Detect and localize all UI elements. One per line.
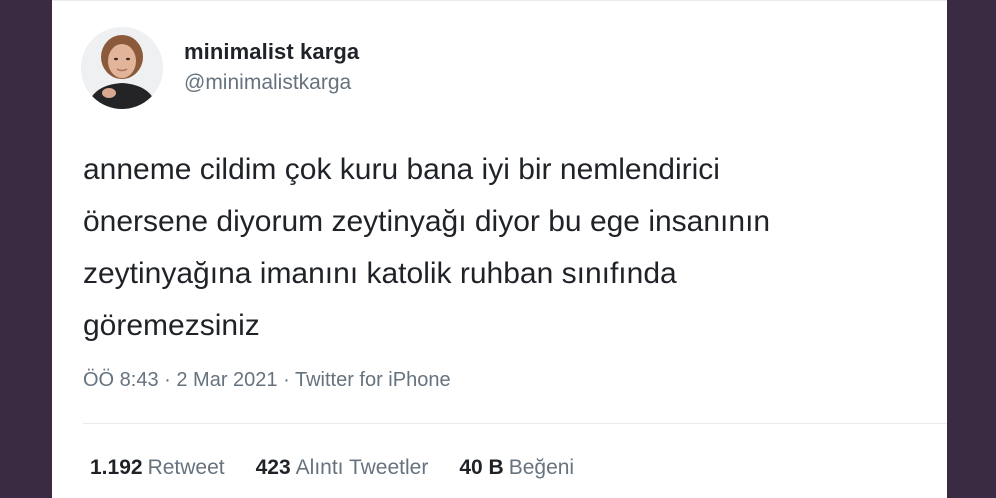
like-stat[interactable]: 40 B Beğeni	[459, 456, 574, 480]
avatar[interactable]	[81, 27, 163, 109]
screenshot-frame: minimalist karga @minimalistkarga anneme…	[0, 0, 996, 498]
tweet-timestamp-source[interactable]: ÖÖ 8:43 · 2 Mar 2021 · Twitter for iPhon…	[83, 369, 451, 392]
quote-tweet-stat[interactable]: 423 Alıntı Tweetler	[256, 456, 429, 480]
like-count: 40 B	[459, 456, 504, 479]
retweet-label: Retweet	[147, 456, 225, 479]
tweet-text: anneme cildim çok kuru bana iyi bir neml…	[83, 153, 771, 342]
retweet-count: 1.192	[90, 456, 143, 479]
quote-tweet-count: 423	[255, 456, 291, 479]
retweet-stat[interactable]: 1.192 Retweet	[90, 456, 225, 480]
engagement-stats: 1.192 Retweet 423 Alıntı Tweetler 40 B Beğe…	[90, 456, 605, 480]
author-display-name[interactable]: minimalist karga	[184, 39, 359, 65]
quote-tweet-label: Alıntı Tweetler	[295, 456, 429, 479]
avatar-photo-icon	[81, 27, 163, 109]
divider	[83, 423, 947, 424]
tweet-card: minimalist karga @minimalistkarga anneme…	[52, 0, 947, 498]
like-label: Beğeni	[508, 456, 575, 479]
author-handle[interactable]: @minimalistkarga	[184, 71, 351, 95]
